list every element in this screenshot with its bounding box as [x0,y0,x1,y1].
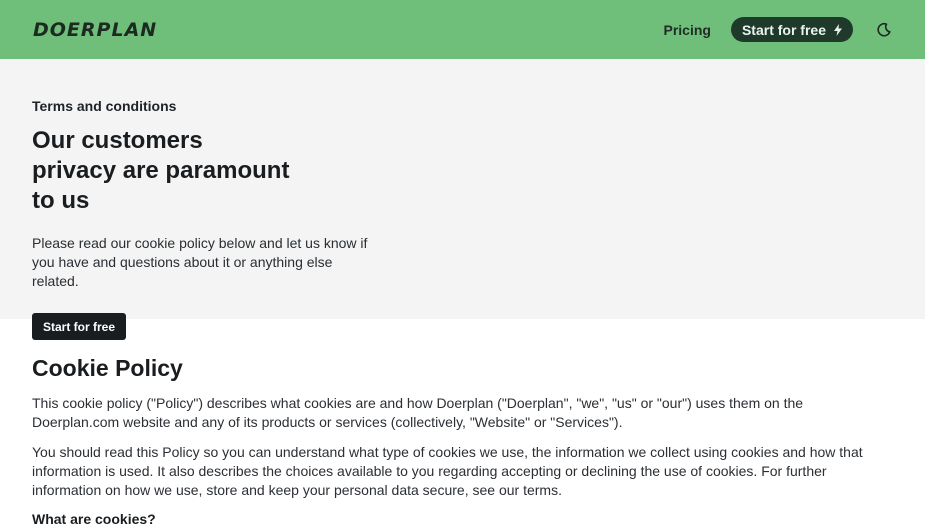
hero-title: Our customers privacy are paramount to u… [32,127,290,214]
start-free-header-button[interactable]: Start for free [730,17,853,42]
section-title: Cookie Policy [32,355,183,381]
moon-icon [877,22,891,36]
hero-description: Please read our cookie policy below and … [32,235,368,289]
start-free-header-label: Start for free [741,21,826,38]
policy-paragraph: This cookie policy ("Policy") describes … [32,395,804,430]
bolt-icon [834,23,842,36]
nav-pricing-link[interactable]: Pricing [664,22,711,38]
hero-section: Terms and conditions Our customers priva… [0,59,925,340]
policy-content: Cookie Policy This cookie policy ("Polic… [0,319,925,527]
start-free-hero-button[interactable]: Start for free [32,313,127,340]
theme-toggle-button[interactable] [875,21,893,39]
policy-paragraph: You should read this Policy so you can u… [32,444,863,498]
subsection-title: What are cookies? [32,511,156,527]
eyebrow-text: Terms and conditions [32,98,177,114]
logo[interactable]: DOERPLAN [33,19,157,41]
top-header: DOERPLAN Pricing Start for free [0,0,925,59]
top-nav: Pricing Start for free [664,17,894,42]
